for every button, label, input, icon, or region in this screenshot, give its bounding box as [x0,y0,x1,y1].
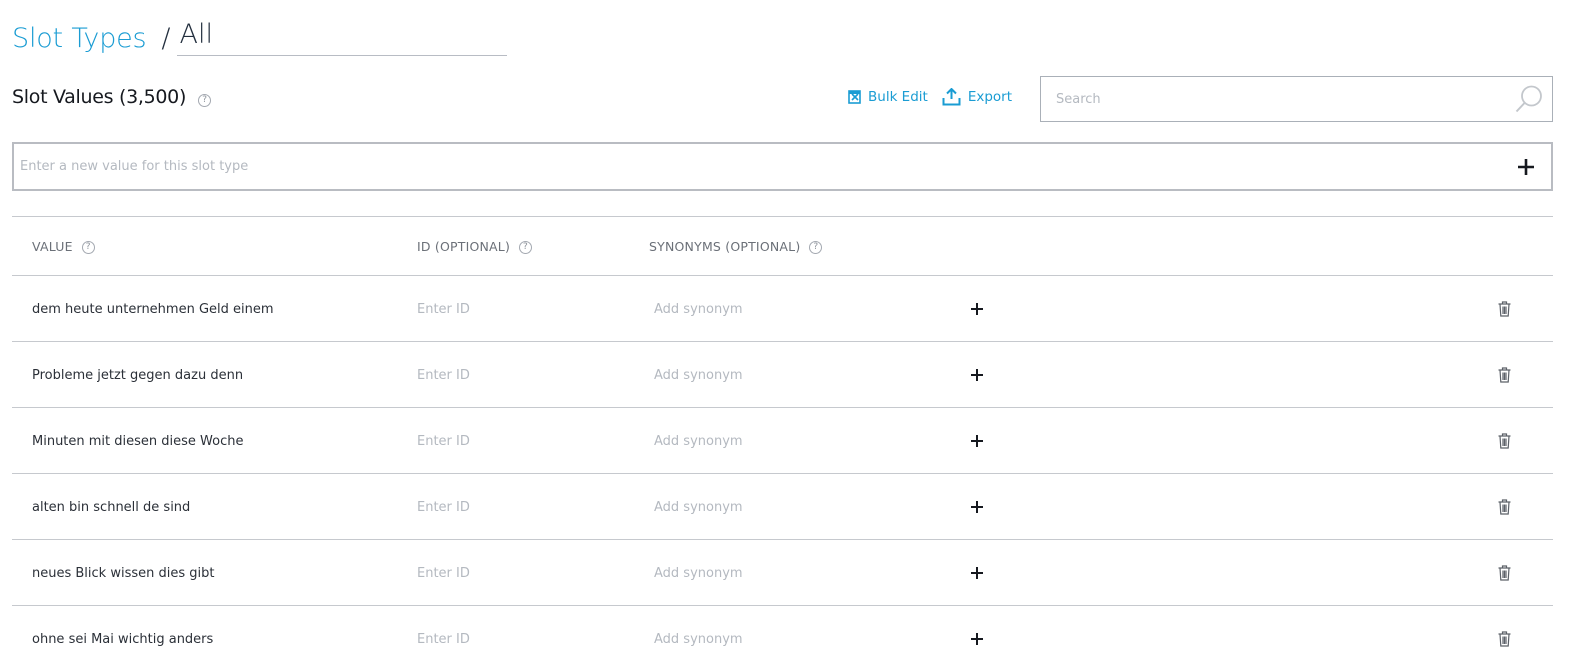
delete-row-button[interactable] [1496,497,1512,517]
delete-row-button[interactable] [1496,431,1512,451]
plus-icon [971,567,983,579]
table-row: ohne sei Mai wichtig anders [12,606,1553,667]
id-input[interactable] [417,496,617,519]
breadcrumb-slot-types-link[interactable]: Slot Types [12,22,147,56]
help-icon[interactable]: ? [809,241,823,254]
new-value-box [12,142,1553,191]
delete-row-button[interactable] [1496,365,1512,385]
id-input[interactable] [417,628,617,651]
id-input[interactable] [417,364,617,387]
add-synonym-button[interactable] [968,564,986,582]
slot-values-table: VALUE ? ID (OPTIONAL) ? SYNONYMS (OPTION… [12,216,1553,667]
add-synonym-button[interactable] [968,498,986,516]
slot-value[interactable]: Probleme jetzt gegen dazu denn [32,342,243,408]
trash-icon [1498,631,1510,647]
column-header-value: VALUE ? [32,217,95,276]
column-label: VALUE [32,239,73,254]
slot-value[interactable]: dem heute unternehmen Geld einem [32,276,274,342]
toolbar-actions: Bulk Edit Export [848,88,1026,106]
trash-icon [1498,301,1510,317]
synonym-input[interactable] [654,496,934,519]
column-header-synonyms: SYNONYMS (OPTIONAL) ? [649,217,823,276]
trash-icon [1498,433,1510,449]
synonym-input[interactable] [654,364,934,387]
delete-row-button[interactable] [1496,629,1512,649]
help-icon[interactable]: ? [198,93,212,107]
export-label: Export [967,89,1013,105]
slot-value[interactable]: ohne sei Mai wichtig anders [32,606,213,667]
table-row: Minuten mit diesen diese Woche [12,408,1553,474]
search-box [1040,76,1553,122]
slot-type-name-input[interactable] [176,18,507,56]
help-icon[interactable]: ? [519,241,533,254]
add-synonym-button[interactable] [968,432,986,450]
synonym-input[interactable] [654,628,934,651]
table-row: neues Blick wissen dies gibt [12,540,1553,606]
breadcrumb-separator: / [161,23,171,54]
new-value-input[interactable] [14,144,1517,189]
export-button[interactable]: Export [942,88,1012,106]
help-icon[interactable]: ? [81,241,95,254]
plus-icon [971,633,983,645]
synonym-input[interactable] [654,298,934,321]
search-input[interactable] [1041,77,1514,121]
slot-values-title: Slot Values (3,500) [12,86,187,108]
bulk-edit-icon [848,90,861,104]
table-row: alten bin schnell de sind [12,474,1553,540]
section-header: Slot Values (3,500) ? [12,86,212,108]
table-row: Probleme jetzt gegen dazu denn [12,342,1553,408]
slot-value[interactable]: neues Blick wissen dies gibt [32,540,214,606]
synonym-input[interactable] [654,430,934,453]
column-label: SYNONYMS (OPTIONAL) [649,239,801,254]
column-label: ID (OPTIONAL) [417,239,511,254]
plus-icon [971,435,983,447]
add-synonym-button[interactable] [968,300,986,318]
plus-icon [971,501,983,513]
delete-row-button[interactable] [1496,563,1512,583]
column-header-id: ID (OPTIONAL) ? [417,217,533,276]
table-row: dem heute unternehmen Geld einem [12,276,1553,342]
synonym-input[interactable] [654,562,934,585]
search-icon[interactable] [1514,84,1544,114]
breadcrumb: Slot Types / [12,18,507,56]
delete-row-button[interactable] [1496,299,1512,319]
trash-icon [1498,499,1510,515]
slot-type-editor: Slot Types / Slot Values (3,500) ? Bulk … [0,0,1570,667]
id-input[interactable] [417,298,617,321]
plus-icon [971,303,983,315]
add-synonym-button[interactable] [968,366,986,384]
id-input[interactable] [417,562,617,585]
plus-icon [971,369,983,381]
bulk-edit-label: Bulk Edit [868,89,928,105]
trash-icon [1498,367,1510,383]
slot-value[interactable]: alten bin schnell de sind [32,474,190,540]
id-input[interactable] [417,430,617,453]
upload-icon [942,88,961,106]
add-value-plus-icon[interactable] [1517,158,1535,176]
table-header: VALUE ? ID (OPTIONAL) ? SYNONYMS (OPTION… [12,217,1553,276]
bulk-edit-button[interactable]: Bulk Edit [848,89,928,105]
add-synonym-button[interactable] [968,630,986,648]
slot-value[interactable]: Minuten mit diesen diese Woche [32,408,243,474]
trash-icon [1498,565,1510,581]
